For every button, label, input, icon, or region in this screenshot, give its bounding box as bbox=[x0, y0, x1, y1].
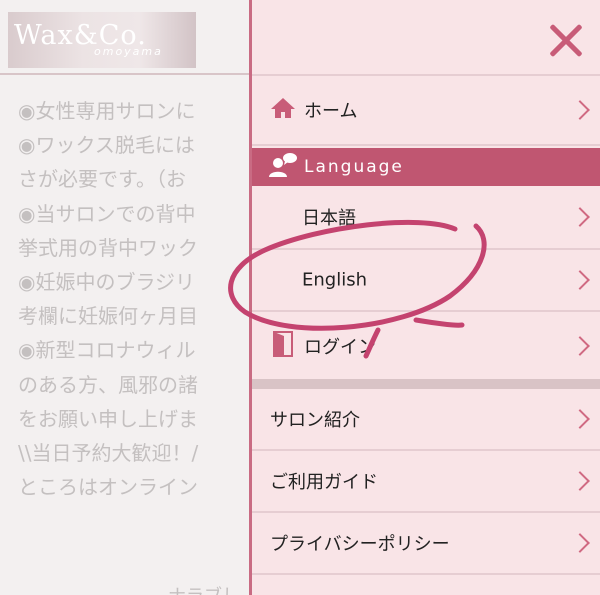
menu-item-privacy[interactable]: プライバシーポリシー bbox=[252, 513, 600, 575]
menu-item-label: ログイン bbox=[304, 336, 376, 358]
background-content: ◉女性専用サロンに ◉ワックス脱毛には さが必要です。（お ◉当サロンでの背中 … bbox=[18, 94, 250, 504]
menu-item-japanese[interactable]: 日本語 bbox=[252, 186, 600, 250]
door-icon bbox=[272, 330, 294, 361]
logo-sub-text: omoyama bbox=[94, 45, 163, 58]
close-menu-button[interactable] bbox=[542, 16, 590, 64]
background-text-line: のある方、風邪の諸 bbox=[18, 372, 198, 397]
menu-item-salon[interactable]: サロン紹介 bbox=[252, 389, 600, 451]
background-text-line: をお願い申し上げま bbox=[18, 406, 198, 431]
menu-item-label: ご利用ガイド bbox=[270, 472, 378, 493]
background-page: Wax&Co. omoyama ◉女性専用サロンに ◉ワックス脱毛には さが必要… bbox=[0, 0, 250, 595]
background-text-line: ところはオンライン bbox=[18, 475, 198, 500]
chevron-right-icon bbox=[570, 533, 590, 553]
chevron-right-icon bbox=[570, 100, 590, 120]
background-text-line: ◉当サロンでの背中 bbox=[18, 201, 196, 226]
background-text-line: ◉新型コロナウィル bbox=[18, 338, 196, 363]
chevron-right-icon bbox=[570, 335, 590, 356]
background-text-bottom: ナラブし bbox=[168, 582, 240, 595]
background-text-line: \\当日予約大歓迎！/ bbox=[18, 440, 199, 465]
side-menu-drawer: ホーム Language 日本語 English ログイン サロン紹介 ご利用ガ… bbox=[249, 0, 600, 595]
chevron-right-icon bbox=[570, 471, 590, 491]
chevron-right-icon bbox=[570, 207, 590, 227]
people-chat-icon bbox=[268, 152, 298, 182]
language-header-label: Language bbox=[304, 157, 404, 177]
chevron-right-icon bbox=[570, 270, 590, 290]
language-section-header: Language bbox=[252, 148, 600, 186]
background-text-line: ◉女性専用サロンに bbox=[18, 99, 196, 123]
menu-item-label: ホーム bbox=[304, 101, 358, 122]
background-text-line: ◉妊娠中のブラジリ bbox=[18, 269, 196, 294]
close-icon bbox=[548, 22, 584, 58]
site-logo[interactable]: Wax&Co. omoyama bbox=[8, 12, 196, 68]
background-text-line: 挙式用の背中ワック bbox=[18, 235, 198, 260]
menu-item-label: English bbox=[302, 269, 367, 291]
background-text-line: ◉ワックス脱毛には bbox=[18, 133, 195, 158]
header-divider bbox=[0, 73, 250, 75]
menu-item-label: プライバシーポリシー bbox=[270, 534, 450, 555]
chevron-right-icon bbox=[570, 409, 590, 429]
background-text-line: 考欄に妊娠何ヶ月目 bbox=[18, 304, 198, 329]
home-icon bbox=[270, 97, 296, 123]
menu-item-login[interactable]: ログイン bbox=[252, 312, 600, 379]
menu-item-label: サロン紹介 bbox=[270, 410, 360, 431]
menu-item-english[interactable]: English bbox=[252, 250, 600, 312]
background-text-line: さが必要です。（お bbox=[18, 167, 186, 192]
menu-item-home[interactable]: ホーム bbox=[252, 76, 600, 146]
section-separator bbox=[252, 379, 600, 389]
menu-item-guide[interactable]: ご利用ガイド bbox=[252, 451, 600, 513]
menu-item-label: 日本語 bbox=[302, 208, 356, 229]
